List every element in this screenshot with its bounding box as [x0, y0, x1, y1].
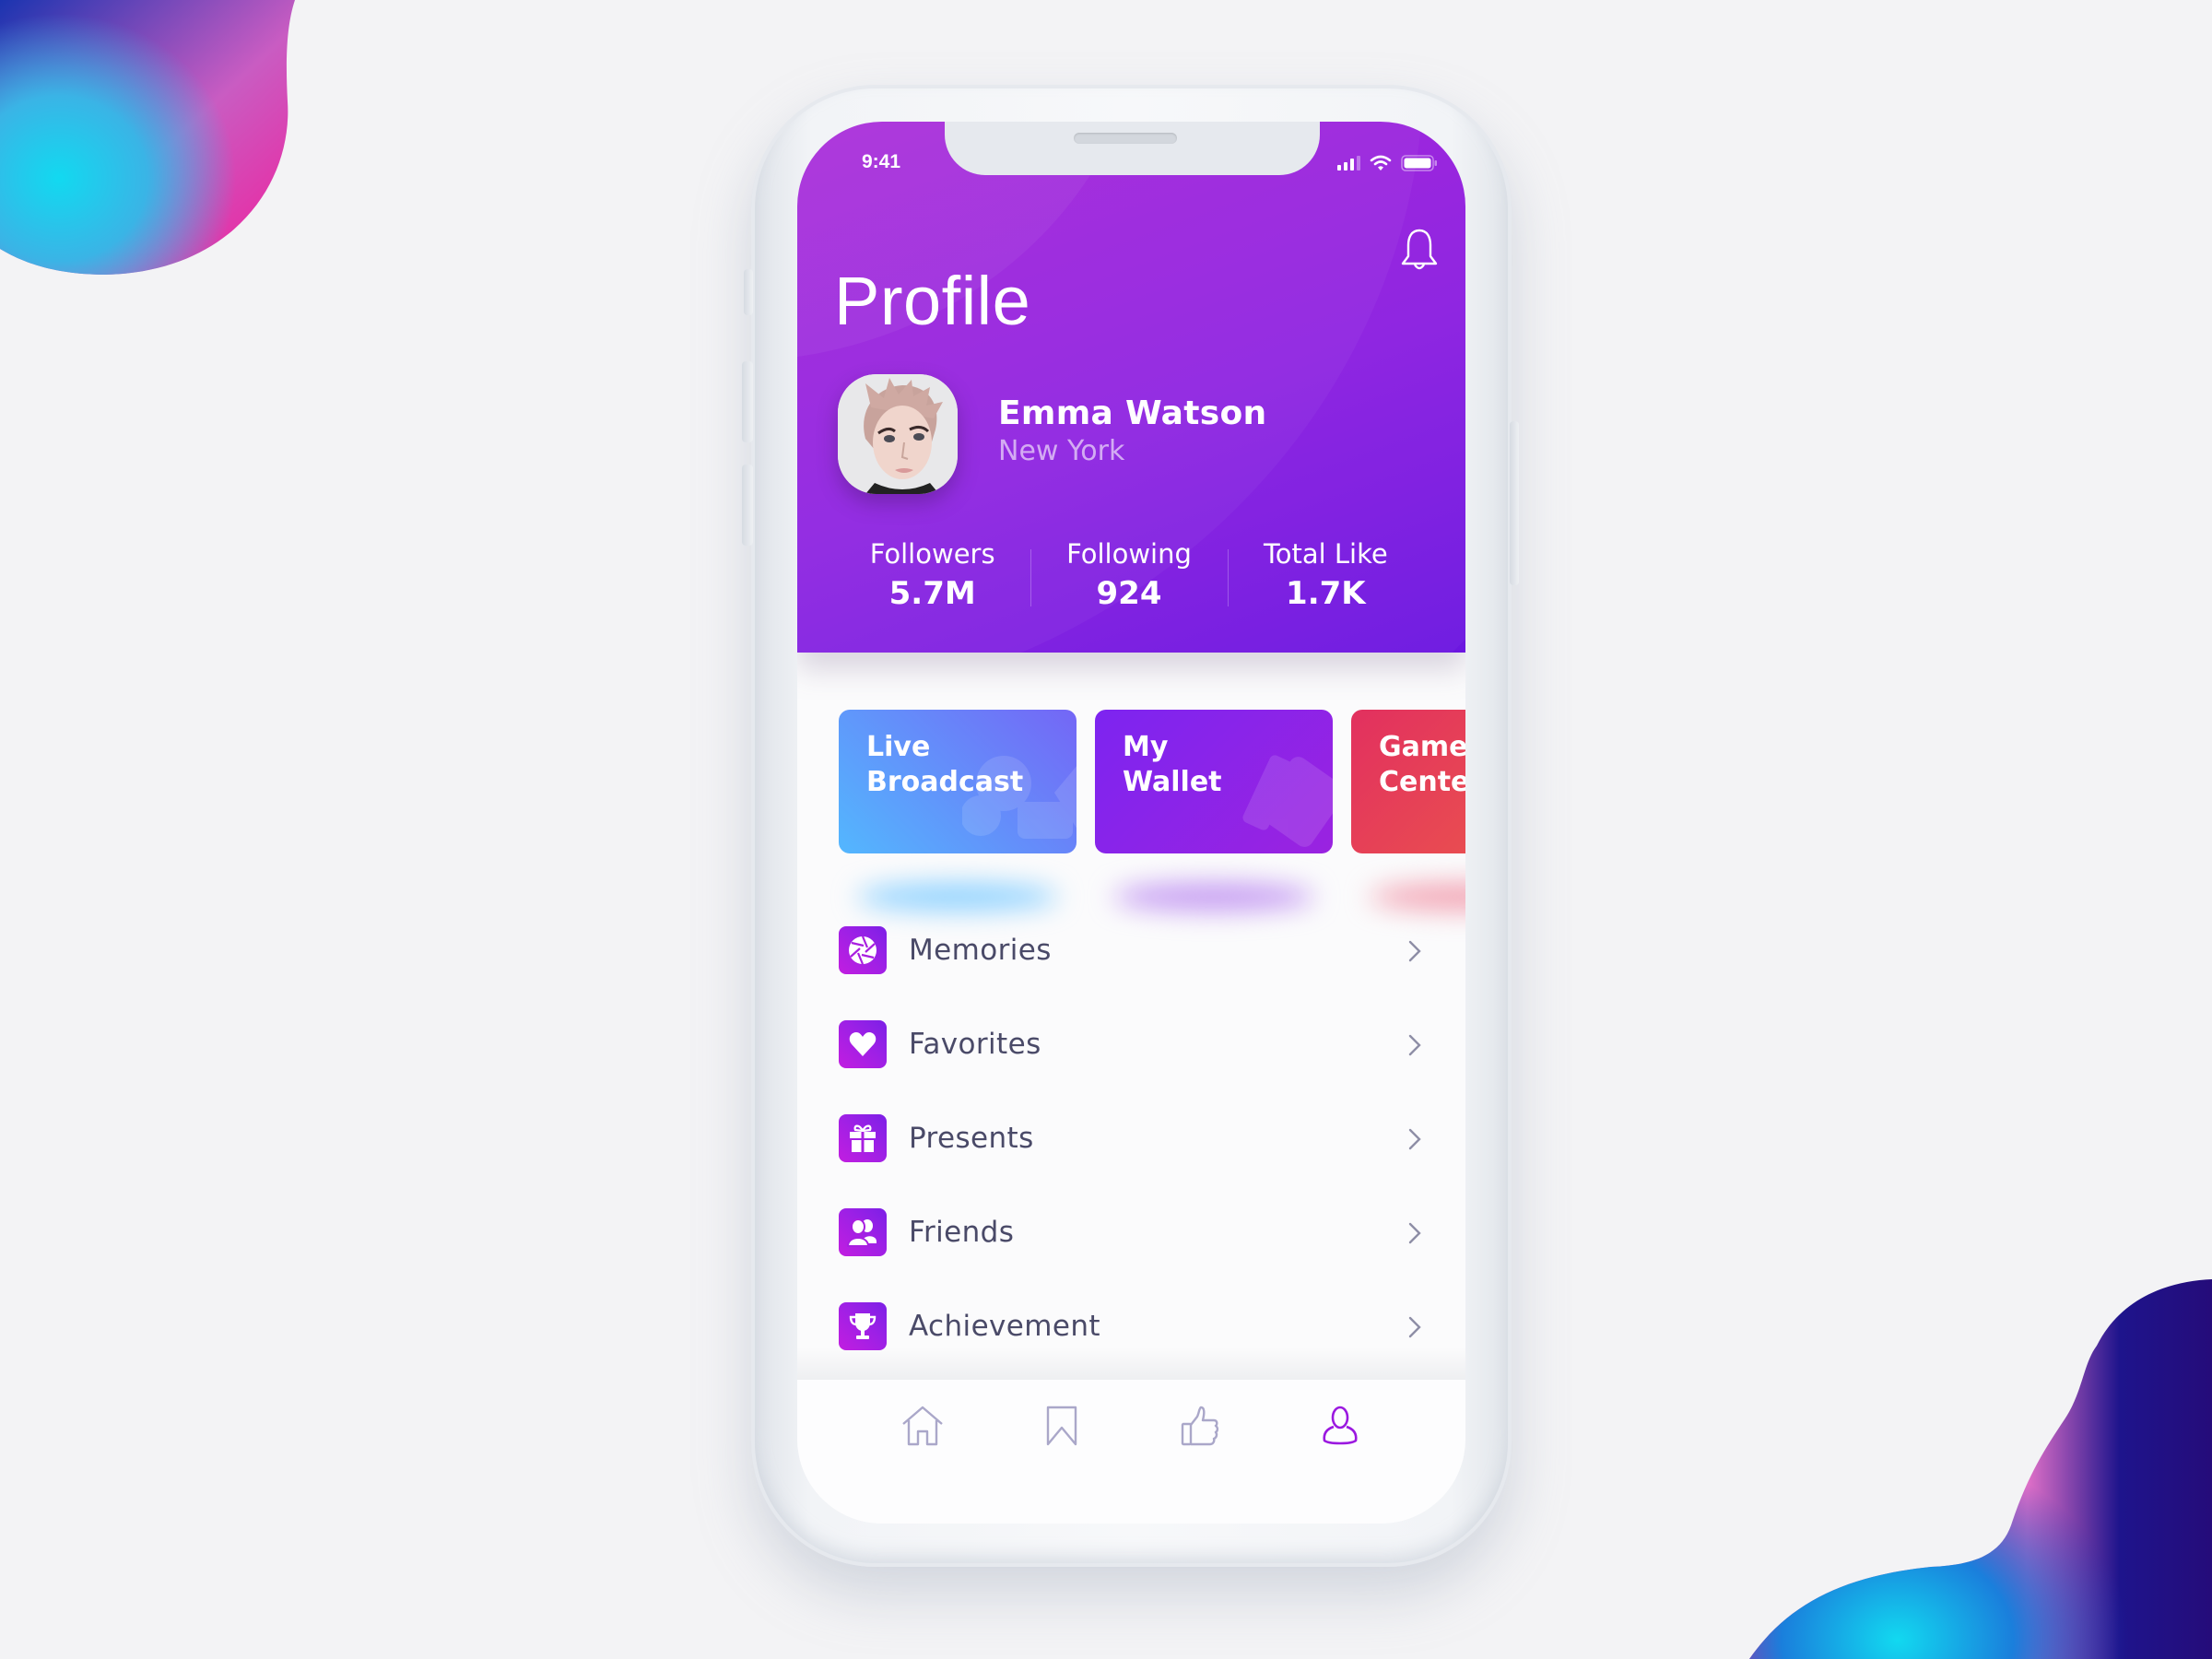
menu-label: Achievement — [909, 1310, 1100, 1343]
tab-home[interactable] — [895, 1398, 950, 1453]
heart-icon — [839, 1020, 887, 1068]
signal-icon — [1337, 156, 1360, 171]
volume-down-button — [742, 465, 753, 546]
stat-value: 1.7K — [1286, 575, 1366, 612]
tab-profile[interactable] — [1312, 1398, 1368, 1453]
menu-item-presents[interactable]: Presents — [797, 1091, 1465, 1185]
status-icons — [1337, 155, 1438, 171]
menu-item-friends[interactable]: Friends — [797, 1185, 1465, 1279]
stat-value: 5.7M — [888, 575, 976, 612]
chevron-right-icon — [1408, 1222, 1421, 1244]
decorative-blob-bottom-right — [1749, 1279, 2212, 1659]
tab-likes[interactable] — [1173, 1398, 1229, 1453]
stat-value: 924 — [1096, 575, 1162, 612]
profile-header: 9:41 Profile Emma Watson New York Follow… — [797, 122, 1465, 653]
chevron-right-icon — [1408, 1034, 1421, 1056]
card-label: Game Center — [1379, 731, 1465, 798]
wallet-icon — [1242, 755, 1333, 847]
stats-row: Followers 5.7M Following 924 Total Like … — [834, 538, 1424, 612]
trophy-icon — [839, 1302, 887, 1350]
user-icon — [1323, 1406, 1358, 1445]
menu-label: Friends — [909, 1216, 1015, 1249]
stat-label: Following — [1066, 538, 1192, 570]
avatar[interactable] — [838, 374, 958, 494]
wifi-icon — [1370, 155, 1392, 171]
menu-item-memories[interactable]: Memories — [797, 903, 1465, 997]
app-screen: 9:41 Profile Emma Watson New York Follow… — [797, 122, 1465, 1524]
decorative-blob-top-left — [0, 0, 295, 275]
card-my-wallet[interactable]: My Wallet — [1095, 710, 1333, 853]
home-icon — [901, 1406, 943, 1446]
card-label: Live Broadcast — [866, 731, 1024, 798]
tab-bookmarks[interactable] — [1034, 1398, 1089, 1453]
page-title: Profile — [834, 263, 1031, 339]
chevron-right-icon — [1408, 940, 1421, 962]
menu-item-achievement[interactable]: Achievement — [797, 1279, 1465, 1373]
stat-label: Followers — [869, 538, 995, 570]
friends-icon — [839, 1208, 887, 1256]
stat-total-likes[interactable]: Total Like 1.7K — [1227, 538, 1424, 612]
user-name: Emma Watson — [998, 394, 1267, 432]
volume-up-button — [742, 361, 753, 442]
card-live-broadcast[interactable]: Live Broadcast — [839, 710, 1077, 853]
bookmark-icon — [1046, 1406, 1077, 1446]
phone-notch — [945, 122, 1320, 175]
gift-icon — [839, 1114, 887, 1162]
tab-bar — [797, 1380, 1465, 1524]
bell-icon[interactable] — [1399, 227, 1440, 273]
menu-label: Favorites — [909, 1028, 1041, 1061]
card-game-center[interactable]: Game Center — [1351, 710, 1465, 853]
stat-label: Total Like — [1263, 538, 1388, 570]
power-button — [1510, 421, 1519, 585]
menu-label: Memories — [909, 934, 1052, 967]
card-label: My Wallet — [1123, 731, 1222, 798]
chevron-right-icon — [1408, 1316, 1421, 1338]
profile-menu: Memories Favorites Presents Friends Achi… — [797, 903, 1465, 1373]
status-time: 9:41 — [862, 151, 901, 172]
battery-icon — [1401, 155, 1437, 171]
user-location: New York — [998, 435, 1125, 467]
profile-photo — [838, 374, 958, 494]
stat-followers[interactable]: Followers 5.7M — [834, 538, 1030, 612]
menu-label: Presents — [909, 1122, 1034, 1155]
quick-action-cards: Live Broadcast My Wallet Game Center — [839, 710, 1465, 911]
thumbs-up-icon — [1181, 1406, 1219, 1446]
chevron-right-icon — [1408, 1128, 1421, 1150]
menu-item-favorites[interactable]: Favorites — [797, 997, 1465, 1091]
mute-switch — [744, 269, 753, 315]
speaker-grille — [1074, 133, 1177, 144]
stat-following[interactable]: Following 924 — [1030, 538, 1227, 612]
aperture-icon — [839, 926, 887, 974]
